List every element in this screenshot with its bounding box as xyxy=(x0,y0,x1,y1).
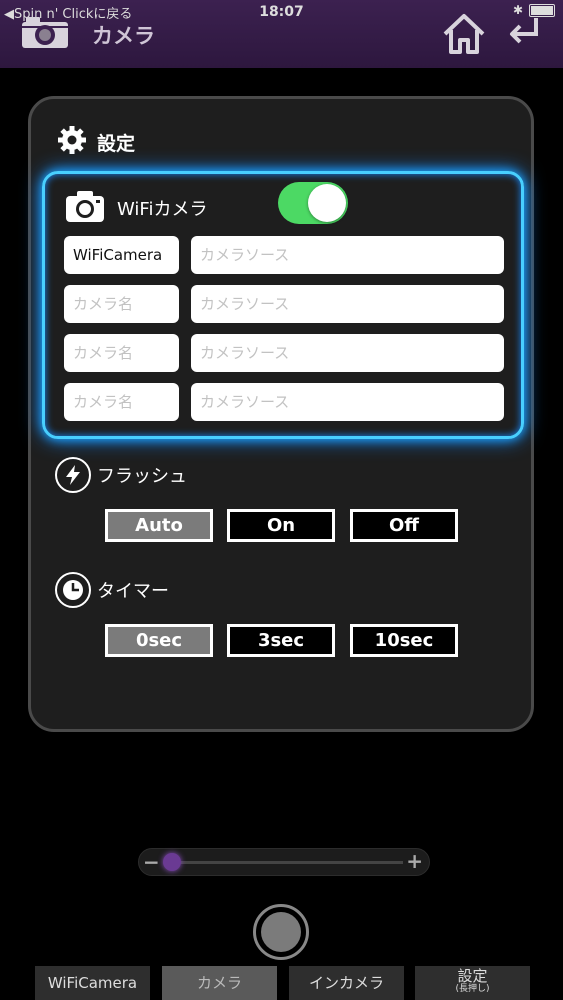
flash-icon xyxy=(55,457,91,493)
zoom-minus-icon[interactable]: − xyxy=(143,850,160,874)
settings-header: 設定 xyxy=(57,125,135,159)
wifi-camera-header: WiFiカメラ xyxy=(65,189,207,227)
return-icon[interactable] xyxy=(504,14,544,54)
tab-camera[interactable]: カメラ xyxy=(162,966,277,1000)
toggle-knob xyxy=(308,184,346,222)
tab-label: 設定 xyxy=(457,967,488,985)
flash-option-on[interactable]: On xyxy=(227,509,335,542)
camera-name-field[interactable]: カメラ名 xyxy=(64,334,179,372)
camera-source-field[interactable]: カメラソース xyxy=(191,334,504,372)
clock-icon xyxy=(55,572,91,608)
camera-row: WiFiCamera カメラソース xyxy=(64,236,506,274)
camera-name-field[interactable]: WiFiCamera xyxy=(64,236,179,274)
flash-section-header: フラッシュ xyxy=(55,457,187,493)
camera-row: カメラ名 カメラソース xyxy=(64,334,506,372)
tab-label: WiFiCamera xyxy=(47,974,138,992)
tab-wificamera[interactable]: WiFiCamera xyxy=(35,966,150,1000)
wifi-camera-group: WiFiカメラ WiFiCamera カメラソース カメラ名 カメラソース カメ… xyxy=(42,171,524,439)
camera-screen: ◀Spin n' Clickに戻る 18:07 ✱ カメラ 設定 WiFiカメラ… xyxy=(0,0,563,1000)
app-header: ◀Spin n' Clickに戻る 18:07 ✱ カメラ xyxy=(0,0,563,68)
wifi-camera-toggle[interactable] xyxy=(278,182,348,224)
camera-row: カメラ名 カメラソース xyxy=(64,285,506,323)
camera-name-field[interactable]: カメラ名 xyxy=(64,383,179,421)
timer-option-0sec[interactable]: 0sec xyxy=(105,624,213,657)
timer-label: タイマー xyxy=(97,581,169,602)
zoom-plus-icon[interactable]: + xyxy=(406,849,423,873)
camera-icon xyxy=(65,189,105,227)
zoom-thumb[interactable] xyxy=(163,853,181,871)
shutter-inner xyxy=(261,912,301,952)
timer-section-header: タイマー xyxy=(55,572,169,608)
camera-source-field[interactable]: カメラソース xyxy=(191,383,504,421)
camera-row: カメラ名 カメラソース xyxy=(64,383,506,421)
home-icon[interactable] xyxy=(441,12,487,60)
zoom-slider[interactable]: − + xyxy=(138,848,430,876)
camera-source-field[interactable]: カメラソース xyxy=(191,285,504,323)
flash-option-off[interactable]: Off xyxy=(350,509,458,542)
timer-option-10sec[interactable]: 10sec xyxy=(350,624,458,657)
zoom-track[interactable] xyxy=(169,861,403,864)
flash-label: フラッシュ xyxy=(97,466,187,487)
tab-sublabel: (長押し) xyxy=(455,984,490,994)
timer-option-3sec[interactable]: 3sec xyxy=(227,624,335,657)
page-title: カメラ xyxy=(92,24,155,48)
camera-logo-icon xyxy=(20,14,70,54)
settings-panel: 設定 WiFiカメラ WiFiCamera カメラソース カメラ名 カメラソース… xyxy=(28,96,534,732)
tab-label: インカメラ xyxy=(308,974,384,992)
tab-settings[interactable]: 設定 (長押し) xyxy=(415,966,530,1000)
tab-front-camera[interactable]: インカメラ xyxy=(289,966,404,1000)
camera-name-field[interactable]: カメラ名 xyxy=(64,285,179,323)
camera-source-field[interactable]: カメラソース xyxy=(191,236,504,274)
wifi-camera-label: WiFiカメラ xyxy=(117,199,208,220)
tab-label: カメラ xyxy=(196,974,242,992)
shutter-button[interactable] xyxy=(253,904,309,960)
settings-title: 設定 xyxy=(97,132,136,155)
flash-option-auto[interactable]: Auto xyxy=(105,509,213,542)
gear-icon xyxy=(57,125,87,159)
